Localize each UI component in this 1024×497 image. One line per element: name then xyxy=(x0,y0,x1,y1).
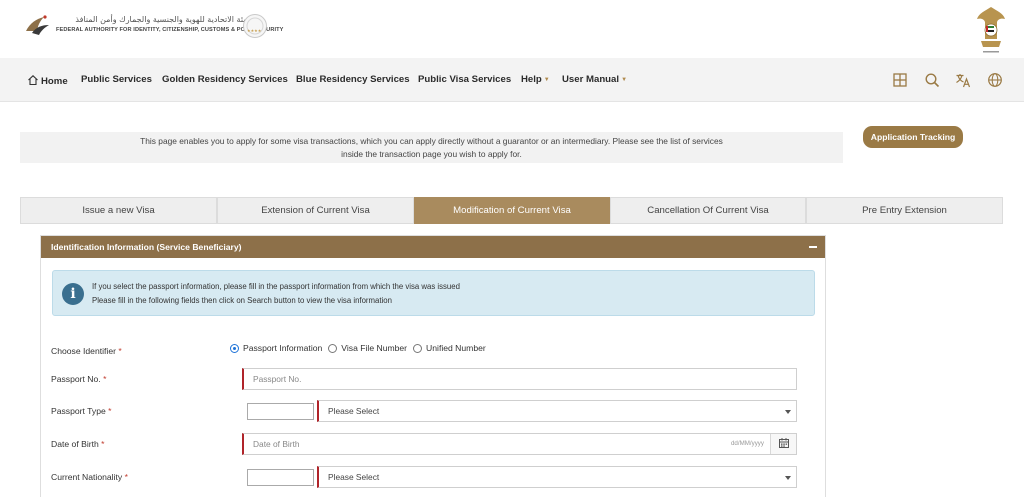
passport-no-input[interactable]: Passport No. xyxy=(242,368,797,390)
passport-type-value: Please Select xyxy=(328,406,380,416)
chevron-down-icon: ▼ xyxy=(621,77,628,83)
nav-user-manual-label: User Manual xyxy=(562,74,620,85)
radio-button[interactable] xyxy=(328,343,338,353)
nav-blue-residency[interactable]: Blue Residency Services xyxy=(296,74,410,85)
tab-cancellation-current-visa[interactable]: Cancellation Of Current Visa xyxy=(610,197,806,224)
nav-help-label: Help xyxy=(521,74,542,85)
info-line-1: If you select the passport information, … xyxy=(92,282,460,291)
tab-pre-entry-extension[interactable]: Pre Entry Extension xyxy=(806,197,1003,224)
radio-label: Visa File Number xyxy=(341,343,408,353)
passport-no-label: Passport No. * xyxy=(51,374,106,384)
globe-icon[interactable] xyxy=(987,72,1003,88)
falcon-logo-icon xyxy=(26,15,49,35)
nationality-label: Current Nationality * xyxy=(51,472,128,482)
dob-format-hint: dd/MM/yyyy xyxy=(730,440,764,447)
dob-input[interactable]: Date of Birth dd/MM/yyyy xyxy=(242,433,797,455)
main-navigation: Home Public Services Golden Residency Se… xyxy=(0,58,1024,102)
nationality-select[interactable]: Please Select xyxy=(317,466,797,488)
required-mark: * xyxy=(103,374,107,384)
radio-passport-information[interactable]: Passport Information xyxy=(230,343,322,353)
required-mark: * xyxy=(124,472,128,482)
tab-extension-current-visa[interactable]: Extension of Current Visa xyxy=(217,197,414,224)
intro-line-1: This page enables you to apply for some … xyxy=(140,136,723,146)
application-tracking-button[interactable]: Application Tracking xyxy=(863,126,963,148)
nav-public-services[interactable]: Public Services xyxy=(81,74,152,85)
identifier-radio-group: Passport Information Visa File Number Un… xyxy=(230,343,492,353)
panel-title: Identification Information (Service Bene… xyxy=(51,242,242,252)
page-intro: This page enables you to apply for some … xyxy=(20,132,843,163)
radio-label: Passport Information xyxy=(243,343,323,353)
radio-button[interactable] xyxy=(413,343,423,353)
site-header: الهيئة الاتحادية للهوية والجنسية والجمار… xyxy=(0,0,1024,58)
passport-type-text: Passport Type xyxy=(51,406,106,416)
radio-label: Unified Number xyxy=(426,343,486,353)
dropdown-caret-icon xyxy=(785,476,791,480)
nav-public-visa-services[interactable]: Public Visa Services xyxy=(418,74,511,85)
search-icon[interactable] xyxy=(924,72,940,88)
choose-identifier-text: Choose Identifier xyxy=(51,346,116,356)
uae-emblem-icon xyxy=(977,7,1005,53)
tab-issue-new-visa[interactable]: Issue a new Visa xyxy=(20,197,217,224)
info-icon: i xyxy=(62,283,84,305)
passport-no-text: Passport No. xyxy=(51,374,101,384)
nationality-code-input[interactable] xyxy=(247,469,314,486)
calendar-icon xyxy=(779,438,789,448)
passport-type-code-input[interactable] xyxy=(247,403,314,420)
radio-button-checked[interactable] xyxy=(230,343,239,353)
dropdown-caret-icon xyxy=(785,410,791,414)
nationality-text: Current Nationality xyxy=(51,472,123,482)
tab-modification-current-visa[interactable]: Modification of Current Visa xyxy=(414,197,610,224)
dob-placeholder: Date of Birth xyxy=(253,439,300,449)
passport-type-label: Passport Type * xyxy=(51,406,112,416)
grid-icon[interactable] xyxy=(892,72,908,88)
nav-help[interactable]: Help ▼ xyxy=(521,74,550,85)
radio-visa-file-number[interactable]: Visa File Number xyxy=(328,343,407,353)
dob-label: Date of Birth * xyxy=(51,439,105,449)
star-rating-seal-icon: ★★★★ xyxy=(243,14,267,38)
nav-golden-residency[interactable]: Golden Residency Services xyxy=(162,74,288,85)
info-alert: i If you select the passport information… xyxy=(52,270,815,316)
chevron-down-icon: ▼ xyxy=(543,77,550,83)
org-name-arabic: الهيئة الاتحادية للهوية والجنسية والجمار… xyxy=(75,15,254,24)
nationality-value: Please Select xyxy=(328,472,380,482)
radio-unified-number[interactable]: Unified Number xyxy=(413,343,486,353)
visa-service-tabs: Issue a new Visa Extension of Current Vi… xyxy=(20,197,1003,224)
nav-home[interactable]: Home xyxy=(27,74,68,87)
nav-user-manual[interactable]: User Manual ▼ xyxy=(562,74,627,85)
required-mark: * xyxy=(118,346,122,356)
collapse-icon[interactable] xyxy=(809,246,817,248)
translate-icon[interactable] xyxy=(955,72,971,88)
required-mark: * xyxy=(101,439,105,449)
dob-text: Date of Birth xyxy=(51,439,99,449)
nav-home-label: Home xyxy=(41,76,68,87)
panel-header[interactable]: Identification Information (Service Bene… xyxy=(41,236,825,258)
choose-identifier-label: Choose Identifier * xyxy=(51,346,122,356)
required-mark: * xyxy=(108,406,112,416)
identification-panel: Identification Information (Service Bene… xyxy=(40,235,826,497)
info-line-2: Please fill in the following fields then… xyxy=(92,296,392,305)
home-icon xyxy=(28,75,38,86)
passport-type-select[interactable]: Please Select xyxy=(317,400,797,422)
calendar-button[interactable] xyxy=(770,434,796,454)
intro-line-2: inside the transaction page you wish to … xyxy=(341,149,522,159)
